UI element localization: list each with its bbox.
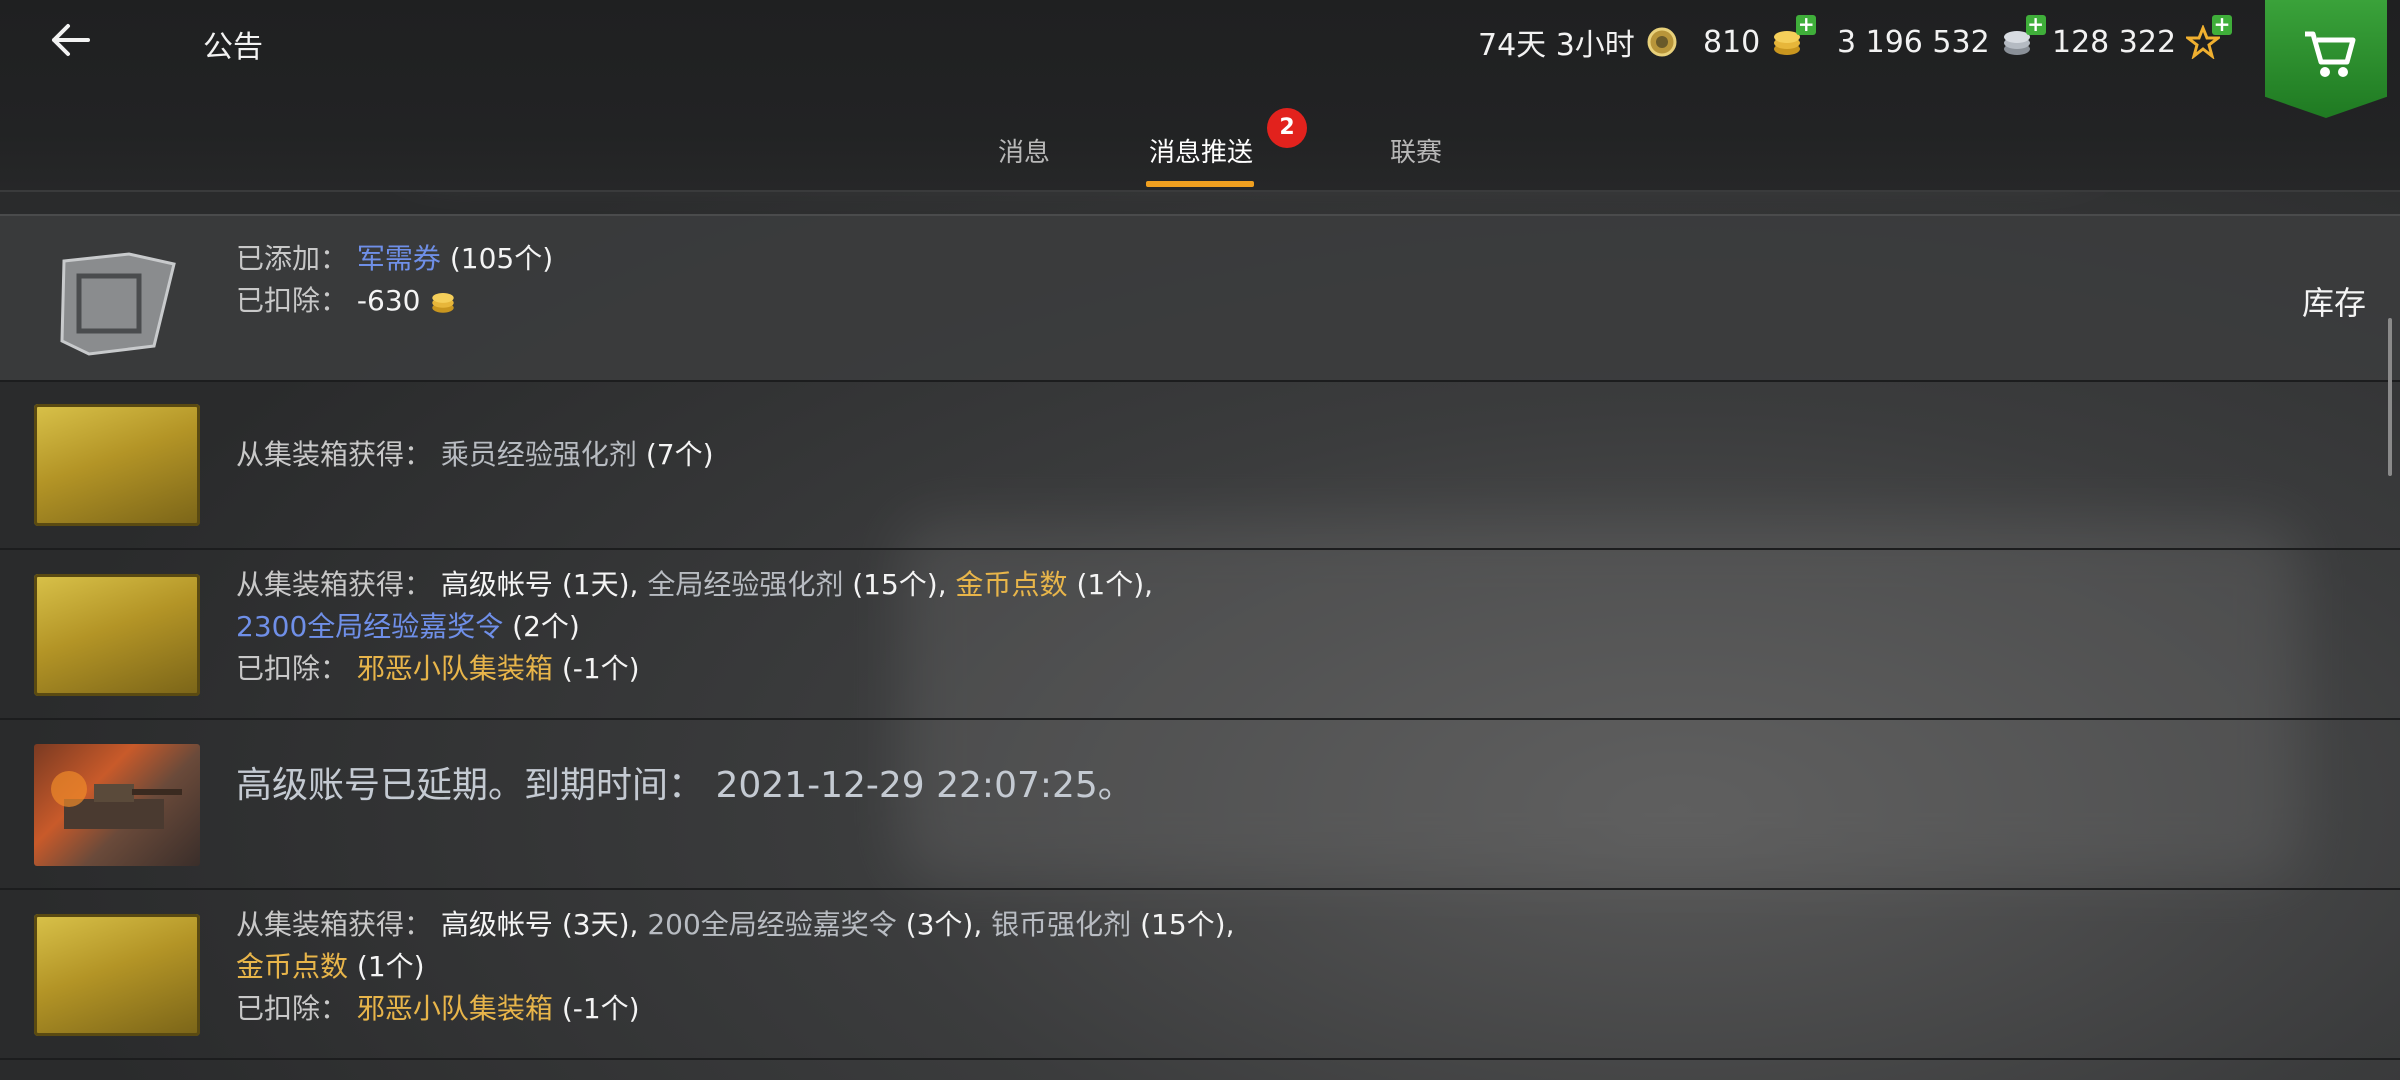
deducted-value: -630 (356, 284, 421, 317)
gold-balance[interactable]: 810 + (1703, 14, 1817, 66)
premium-extended-text: 高级账号已延期。到期时间： (236, 765, 705, 806)
reward-quantity: (15个) (1140, 908, 1226, 941)
reward-quantity: (7个) (645, 438, 714, 471)
premium-time-value: 74天 3小时 (1478, 28, 1635, 63)
star-icon: + (2183, 14, 2233, 60)
reward-quantity: (2个) (512, 610, 580, 643)
add-silver-button[interactable]: + (2025, 14, 2046, 35)
reward-quantity: (3个) (905, 908, 974, 941)
added-quantity: (105个) (449, 242, 554, 275)
reward-item[interactable]: 乘员经验强化剂 (441, 438, 637, 471)
reward-item[interactable]: 金币点数 (956, 568, 1068, 601)
silver-value: 3 196 532 (1837, 24, 1990, 60)
list-item[interactable]: 从集装箱获得： 高级帐号 (1天), 全局经验强化剂 (15个), 金币点数 (… (0, 550, 2400, 720)
list-item[interactable]: 已添加： 军需券 (105个) 已扣除： -630 (0, 214, 2400, 382)
source-label: 从集装箱获得： (236, 438, 433, 471)
reward-item[interactable]: 全局经验强化剂 (647, 568, 843, 601)
added-item-link[interactable]: 军需券 (357, 242, 441, 275)
tab-league[interactable]: 联赛 (1390, 132, 1442, 169)
storage-button[interactable]: 库存 (2302, 278, 2366, 324)
add-free-xp-button[interactable]: + (2212, 14, 2233, 35)
free-xp-value: 128 322 (2052, 24, 2177, 60)
gold-coins-icon (432, 292, 455, 313)
deducted-item[interactable]: 邪恶小队集装箱 (357, 992, 553, 1025)
reward-quantity: (15个) (852, 568, 938, 601)
silver-coins-icon: + (2000, 14, 2046, 59)
source-label: 从集装箱获得： (236, 908, 433, 941)
scrollbar[interactable] (2388, 318, 2392, 476)
top-bar: 公告 74天 3小时 810 + 3 196 532 + 128 322 + 消… (0, 0, 2400, 192)
cart-icon (2305, 31, 2356, 77)
list-item[interactable]: 高级账号已延期。到期时间： 2021-12-29 22:07:25。 (0, 720, 2400, 890)
tank-battle-image (34, 744, 200, 866)
container-chest-icon (34, 574, 200, 696)
list-item[interactable]: 从集装箱获得： 乘员经验强化剂 (7个) (0, 380, 2400, 550)
page-title: 公告 (203, 30, 263, 65)
back-button[interactable] (40, 14, 110, 70)
reward-quantity: (1个) (356, 950, 425, 983)
reward-item[interactable]: 金币点数 (236, 950, 348, 983)
shop-button[interactable] (2265, 0, 2387, 118)
deducted-label: 已扣除： (236, 284, 349, 317)
silver-balance[interactable]: 3 196 532 + (1837, 14, 2046, 66)
premium-time[interactable]: 74天 3小时 (1478, 18, 1679, 66)
reward-item[interactable]: 高级帐号 (441, 908, 553, 941)
message-list[interactable]: 已添加： 军需券 (105个) 已扣除： -630 从集装箱获得： 乘员经验强化… (0, 190, 2400, 1080)
reward-item[interactable]: 200全局经验嘉奖令 (647, 908, 896, 941)
deducted-label: 已扣除： (236, 652, 349, 685)
gold-coins-icon: + (1770, 14, 1817, 59)
active-tab-indicator (1146, 181, 1254, 187)
premium-medal-icon (1645, 25, 1679, 59)
source-label: 从集装箱获得： (236, 568, 433, 601)
reward-quantity: (3天) (561, 908, 630, 941)
tab-messages[interactable]: 消息 (998, 132, 1050, 169)
container-chest-icon (34, 914, 200, 1036)
reward-item[interactable]: 高级帐号 (441, 568, 553, 601)
gold-value: 810 (1703, 24, 1761, 60)
deducted-item[interactable]: 邪恶小队集装箱 (357, 652, 553, 685)
deducted-label: 已扣除： (236, 992, 349, 1025)
reward-quantity: (1天) (561, 568, 630, 601)
deducted-quantity: (-1个) (561, 992, 640, 1025)
reward-item[interactable]: 2300全局经验嘉奖令 (236, 610, 503, 643)
free-xp-balance[interactable]: 128 322 + (2052, 14, 2233, 66)
back-arrow-icon (52, 24, 90, 56)
tab-push-messages[interactable]: 消息推送 (1149, 132, 1253, 169)
list-item[interactable]: 从集装箱获得： 高级帐号 (3天), 200全局经验嘉奖令 (3个), 银币强化… (0, 890, 2400, 1060)
reward-quantity: (1个) (1076, 568, 1145, 601)
reward-item[interactable]: 银币强化剂 (991, 908, 1131, 941)
added-label: 已添加： (236, 242, 349, 275)
expiry-datetime: 2021-12-29 22:07:25。 (715, 765, 1134, 806)
notification-badge: 2 (1267, 108, 1307, 148)
voucher-ticket-icon (34, 236, 200, 358)
add-gold-button[interactable]: + (1796, 14, 1817, 35)
container-chest-icon (34, 404, 200, 526)
deducted-quantity: (-1个) (561, 652, 640, 685)
